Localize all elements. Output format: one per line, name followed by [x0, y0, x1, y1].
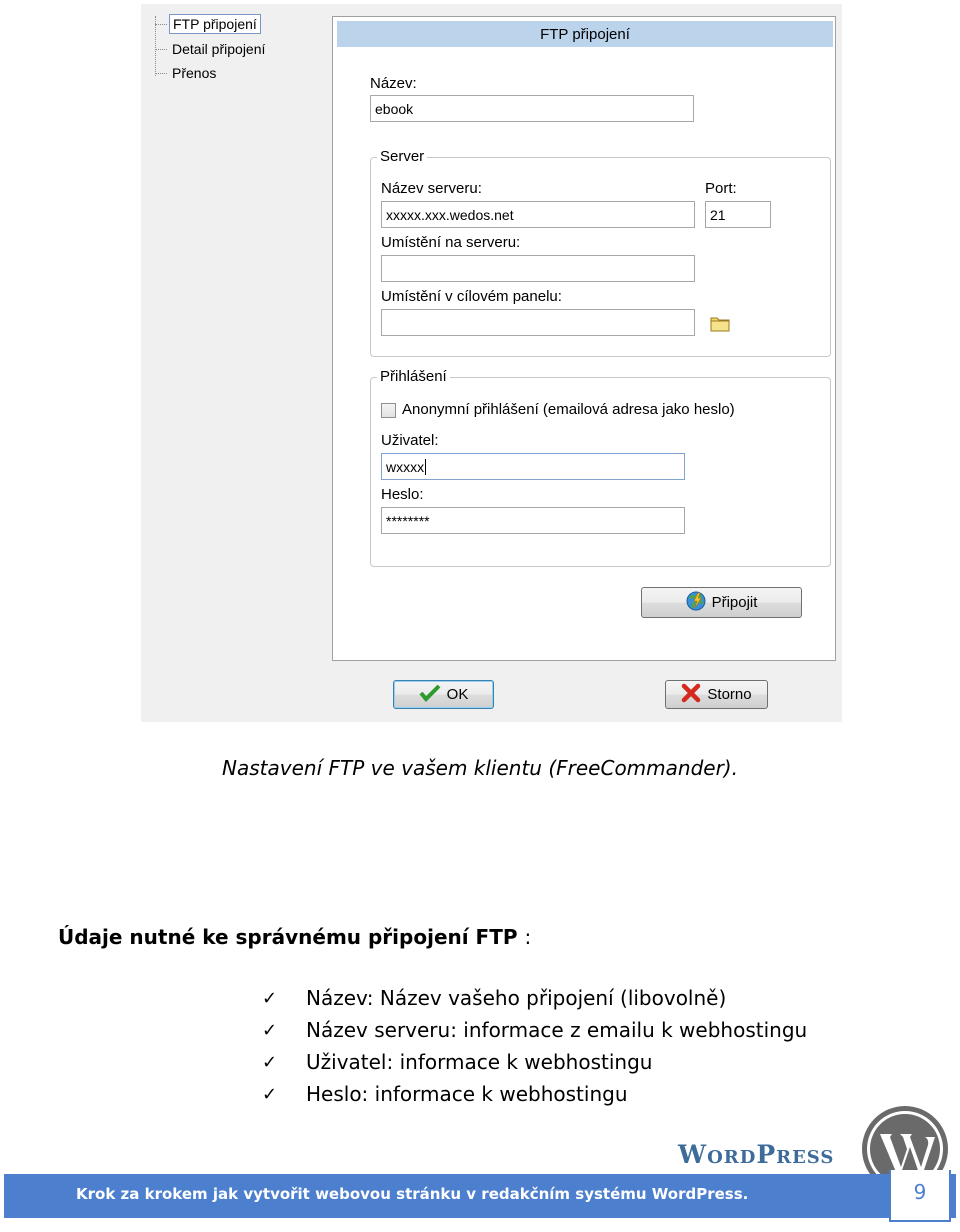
user-input[interactable]: wxxxx — [381, 453, 685, 480]
login-group: Přihlášení Anonymní přihlášení (emailová… — [370, 368, 831, 567]
cancel-button-label: Storno — [707, 686, 752, 703]
connect-button[interactable]: Připojit — [641, 587, 802, 618]
checkmark-icon — [419, 684, 441, 706]
anonymous-login-checkbox[interactable] — [381, 403, 396, 418]
ok-button[interactable]: OK — [393, 680, 494, 709]
list-item: ✓ Heslo: informace k webhostingu — [262, 1082, 628, 1106]
name-label: Název: — [370, 75, 417, 92]
heading-text: Údaje nutné ke správnému připojení FTP — [58, 925, 518, 949]
close-icon — [681, 683, 701, 707]
page-footer: Krok za krokem jak vytvořit webovou strá… — [4, 1170, 956, 1222]
panel-title: FTP připojení — [337, 21, 833, 47]
figure-caption: Nastavení FTP ve vašem klientu (FreeComm… — [222, 756, 738, 780]
user-value: wxxxx — [386, 458, 425, 475]
heading-colon: : — [524, 925, 532, 949]
server-name-input[interactable]: xxxxx.xxx.wedos.net — [381, 201, 695, 228]
server-group: Server Název serveru: xxxxx.xxx.wedos.ne… — [370, 148, 831, 357]
dialog-screenshot: FTP připojení Detail připojení Přenos FT… — [141, 4, 842, 722]
port-input[interactable]: 21 — [705, 201, 771, 228]
target-panel-input[interactable] — [381, 309, 695, 336]
tree-item-ftp-connection[interactable]: FTP připojení — [155, 14, 261, 34]
page-number: 9 — [913, 1180, 927, 1204]
footer-text: Krok za krokem jak vytvořit webovou strá… — [76, 1185, 749, 1203]
cancel-button[interactable]: Storno — [665, 680, 768, 709]
folder-icon[interactable] — [710, 314, 730, 332]
list-item: ✓ Uživatel: informace k webhostingu — [262, 1050, 653, 1074]
list-item: ✓ Název serveru: informace z emailu k web… — [262, 1018, 808, 1042]
section-heading: Údaje nutné ke správnému připojení FTP : — [58, 925, 531, 949]
connection-name-input[interactable]: ebook — [370, 95, 694, 122]
ok-button-label: OK — [446, 686, 469, 703]
target-panel-label: Umístění v cílovém panelu: — [381, 288, 562, 305]
port-label: Port: — [705, 180, 737, 197]
password-input[interactable]: ******** — [381, 507, 685, 534]
page-number-box: 9 — [889, 1170, 951, 1222]
list-item: ✓ Název: Název vašeho připojení (libovoln… — [262, 986, 727, 1010]
anonymous-login-label: Anonymní přihlášení (emailová adresa jak… — [402, 401, 735, 418]
server-location-label: Umístění na serveru: — [381, 234, 521, 251]
login-group-title: Přihlášení — [377, 368, 450, 385]
globe-icon — [686, 591, 706, 615]
server-group-title: Server — [377, 148, 428, 165]
ftp-settings-panel: FTP připojení Název: ebook Server Název … — [332, 16, 836, 661]
requirements-list: ✓ Název: Název vašeho připojení (libovoln… — [262, 982, 807, 1110]
check-icon: ✓ — [262, 1051, 278, 1073]
connect-button-label: Připojit — [711, 594, 758, 611]
tree-item-connection-detail[interactable]: Detail připojení — [155, 39, 268, 59]
user-label: Uživatel: — [381, 432, 439, 449]
tree-item-transfer[interactable]: Přenos — [155, 63, 219, 83]
wordpress-wordmark: WordPress — [678, 1140, 835, 1169]
password-label: Heslo: — [381, 486, 424, 503]
check-icon: ✓ — [262, 987, 278, 1009]
server-name-label: Název serveru: — [381, 180, 482, 197]
check-icon: ✓ — [262, 1083, 278, 1105]
check-icon: ✓ — [262, 1019, 278, 1041]
server-location-input[interactable] — [381, 255, 695, 282]
